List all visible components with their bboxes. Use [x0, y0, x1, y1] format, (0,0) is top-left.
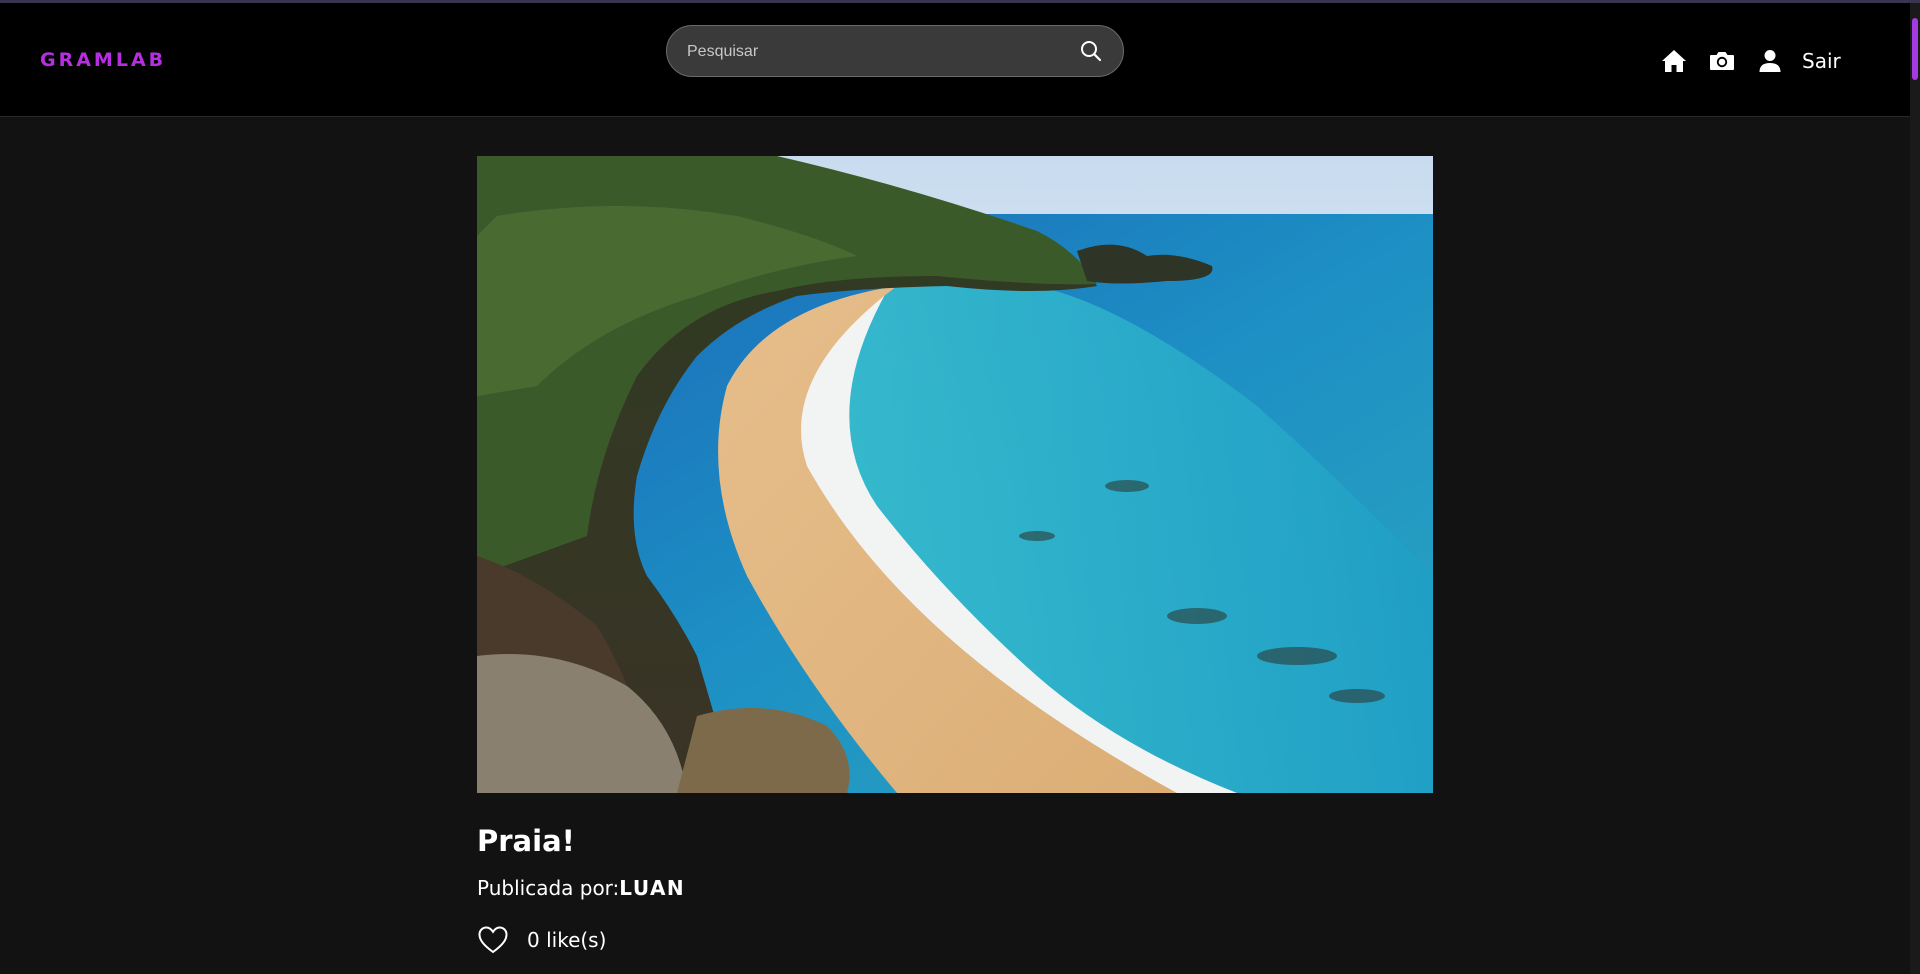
- post-author[interactable]: LUAN: [619, 876, 685, 900]
- post-author-line: Publicada por:LUAN: [477, 876, 1433, 900]
- published-by-label: Publicada por:: [477, 876, 620, 900]
- likes-count: 0 like(s): [527, 928, 607, 952]
- app-logo[interactable]: GRAMLAB: [40, 49, 166, 71]
- search-input[interactable]: [685, 39, 1059, 65]
- camera-icon[interactable]: [1708, 47, 1736, 75]
- user-icon[interactable]: [1756, 47, 1784, 75]
- navbar: GRAMLAB Sair: [0, 3, 1910, 117]
- page-scrollbar[interactable]: [1910, 3, 1920, 974]
- scrollbar-thumb[interactable]: [1912, 18, 1918, 80]
- logout-link[interactable]: Sair: [1802, 49, 1841, 73]
- heart-icon[interactable]: [477, 925, 509, 955]
- likes-row: 0 like(s): [477, 925, 1433, 955]
- home-icon[interactable]: [1660, 47, 1688, 75]
- search-icon[interactable]: [1079, 39, 1103, 63]
- nav-actions: Sair: [1660, 41, 1841, 81]
- search-bar: [666, 25, 1124, 77]
- post-image[interactable]: [477, 156, 1433, 793]
- post-title: Praia!: [477, 824, 575, 858]
- post-card: Praia! Publicada por:LUAN 0 like(s): [477, 156, 1433, 955]
